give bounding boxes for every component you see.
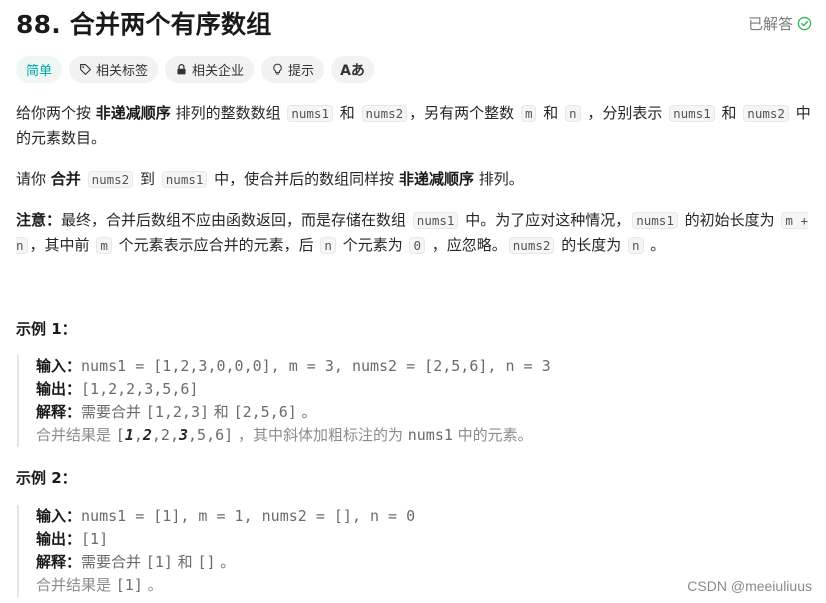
example-1-note: 合并结果是 [1,2,2,3,5,6] ，其中斜体加粗标注的为 nums1 中的… [36, 426, 533, 444]
tag-icon [80, 64, 91, 75]
watermark: CSDN @meeiuliuus [687, 578, 812, 594]
companies-button[interactable]: 相关企业 [165, 56, 255, 83]
title-row: 88. 合并两个有序数组 已解答 [16, 6, 816, 40]
example-2-output: 输出：[1] [36, 530, 109, 548]
example-1-input: 输入：nums1 = [1,2,3,0,0,0], m = 3, nums2 =… [36, 357, 551, 375]
problem-title[interactable]: 88. 合并两个有序数组 [16, 5, 271, 41]
translate-icon: Aあ [340, 62, 365, 79]
topics-button[interactable]: 相关标签 [69, 56, 159, 83]
example-1-explanation: 解释：需要合并 [1,2,3] 和 [2,5,6] 。 [36, 403, 317, 421]
difficulty-badge[interactable]: 简单 [16, 56, 63, 83]
lightbulb-icon [273, 63, 282, 75]
description-paragraph-2: 请你 合并 nums2 到 nums1 中，使合并后的数组同样按 非递减顺序 排… [16, 170, 524, 188]
hints-button[interactable]: 提示 [261, 56, 325, 83]
tag-bar: 简单 相关标签 相关企业 提示 Aあ [16, 56, 374, 83]
lock-icon [177, 63, 186, 75]
translate-button[interactable]: Aあ [331, 56, 374, 83]
example-1-title: 示例 1： [16, 320, 77, 338]
check-circle-icon [797, 16, 812, 30]
example-1-output: 输出：[1,2,2,3,5,6] [36, 380, 199, 398]
solved-label: 已解答 [747, 14, 793, 33]
solved-status: 已解答 [748, 13, 816, 34]
example-2-input: 输入：nums1 = [1], m = 1, nums2 = [], n = 0 [36, 507, 416, 525]
example-1-block: 输入：nums1 = [1,2,3,0,0,0], m = 3, nums2 =… [17, 355, 807, 447]
description-note: 注意：最终，合并后数组不应由函数返回，而是存储在数组 nums1 中。为了应对这… [16, 211, 808, 254]
description-paragraph-1: 给你两个按 非递减顺序 排列的整数数组 nums1 和 nums2 ，另有两个整数… [16, 104, 811, 147]
example-2-title: 示例 2： [16, 469, 77, 487]
example-2-explanation: 解释：需要合并 [1] 和 [] 。 [36, 553, 236, 571]
